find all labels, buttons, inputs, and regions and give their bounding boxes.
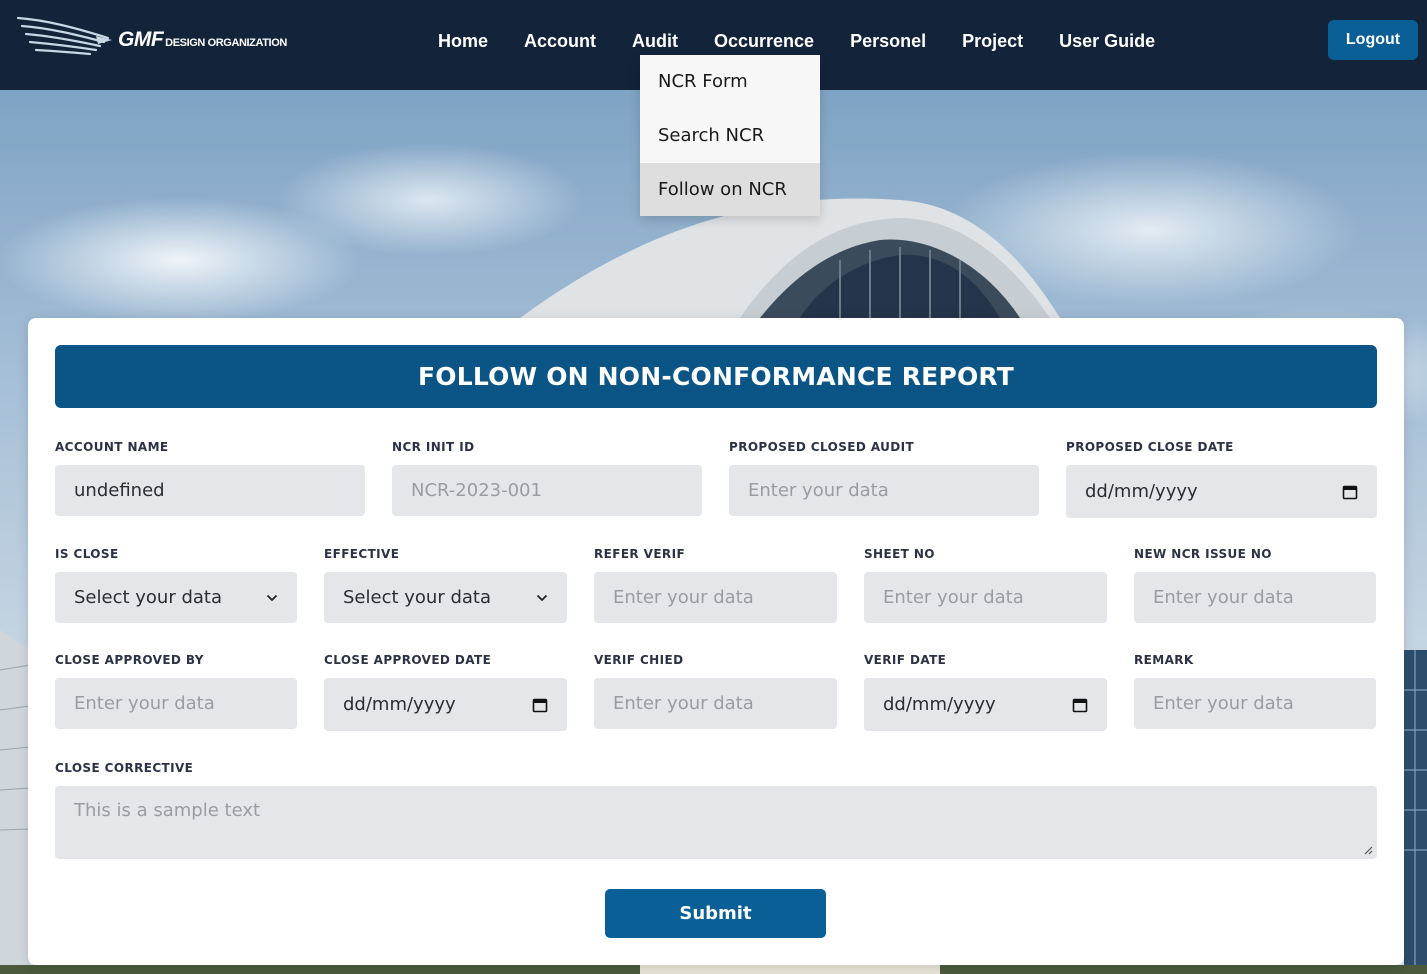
wing-logo-icon <box>16 16 112 56</box>
brand-name: GMF <box>118 28 164 51</box>
ncr-init-id-group: NCR INIT ID <box>392 440 702 516</box>
verif-chied-label: VERIF CHIED <box>594 653 684 667</box>
sheet-no-label: SHEET NO <box>864 547 935 561</box>
close-approved-date-group: CLOSE APPROVED DATE dd/mm/yyyy <box>324 653 567 731</box>
calendar-icon[interactable] <box>532 697 548 713</box>
account-name-group: ACCOUNT NAME <box>55 440 365 516</box>
refer-verif-label: REFER VERIF <box>594 547 686 561</box>
proposed-close-date-label: PROPOSED CLOSE DATE <box>1066 440 1234 454</box>
ncr-form-card: FOLLOW ON NON-CONFORMANCE REPORT ACCOUNT… <box>28 318 1404 965</box>
calendar-icon[interactable] <box>1342 484 1358 500</box>
calendar-icon[interactable] <box>1072 697 1088 713</box>
new-ncr-issue-no-group: NEW NCR ISSUE NO <box>1134 547 1376 623</box>
menu-item-follow-on-ncr[interactable]: Follow on NCR <box>640 163 820 216</box>
effective-label: EFFECTIVE <box>324 547 400 561</box>
close-approved-date-value: dd/mm/yyyy <box>343 694 456 715</box>
proposed-closed-audit-label: PROPOSED CLOSED AUDIT <box>729 440 915 454</box>
ncr-init-id-input[interactable] <box>392 465 702 516</box>
close-approved-date-input[interactable]: dd/mm/yyyy <box>324 678 567 731</box>
refer-verif-input[interactable] <box>594 572 837 623</box>
nav-project[interactable]: Project <box>944 28 1041 54</box>
close-approved-by-input[interactable] <box>55 678 297 729</box>
nav-account[interactable]: Account <box>506 28 614 54</box>
effective-value: Select your data <box>343 587 491 608</box>
verif-date-label: VERIF DATE <box>864 653 947 667</box>
chevron-down-icon <box>536 594 548 601</box>
refer-verif-group: REFER VERIF <box>594 547 837 623</box>
ncr-init-id-label: NCR INIT ID <box>392 440 475 454</box>
form-title: FOLLOW ON NON-CONFORMANCE REPORT <box>55 345 1377 408</box>
nav-audit[interactable]: Audit <box>614 28 696 54</box>
proposed-closed-audit-input[interactable] <box>729 465 1039 516</box>
proposed-close-date-input[interactable]: dd/mm/yyyy <box>1066 465 1377 518</box>
close-approved-by-label: CLOSE APPROVED BY <box>55 653 204 667</box>
proposed-close-date-group: PROPOSED CLOSE DATE dd/mm/yyyy <box>1066 440 1377 518</box>
verif-chied-group: VERIF CHIED <box>594 653 837 729</box>
menu-item-ncr-form[interactable]: NCR Form <box>640 55 820 109</box>
verif-date-input[interactable]: dd/mm/yyyy <box>864 678 1107 731</box>
audit-dropdown-menu: NCR Form Search NCR Follow on NCR <box>640 55 820 216</box>
is-close-group: IS CLOSE Select your data <box>55 547 297 623</box>
verif-date-group: VERIF DATE dd/mm/yyyy <box>864 653 1107 731</box>
remark-group: REMARK <box>1134 653 1376 729</box>
new-ncr-issue-no-label: NEW NCR ISSUE NO <box>1134 547 1272 561</box>
submit-button[interactable]: Submit <box>605 889 826 938</box>
nav-personel[interactable]: Personel <box>832 28 944 54</box>
account-name-input[interactable] <box>55 465 365 516</box>
effective-group: EFFECTIVE Select your data <box>324 547 567 623</box>
brand-subtitle: DESIGN ORGANIZATION <box>165 37 287 49</box>
nav-user-guide[interactable]: User Guide <box>1041 28 1173 54</box>
effective-select[interactable]: Select your data <box>324 572 567 623</box>
proposed-close-date-value: dd/mm/yyyy <box>1085 481 1198 502</box>
proposed-closed-audit-group: PROPOSED CLOSED AUDIT <box>729 440 1039 516</box>
menu-item-search-ncr[interactable]: Search NCR <box>640 109 820 163</box>
sheet-no-input[interactable] <box>864 572 1107 623</box>
resize-grip-icon[interactable] <box>1363 845 1373 855</box>
chevron-down-icon <box>266 594 278 601</box>
close-corrective-label: CLOSE CORRECTIVE <box>55 761 194 775</box>
is-close-value: Select your data <box>74 587 222 608</box>
close-corrective-group: CLOSE CORRECTIVE <box>55 761 1377 859</box>
close-approved-date-label: CLOSE APPROVED DATE <box>324 653 492 667</box>
verif-chied-input[interactable] <box>594 678 837 729</box>
close-corrective-textarea[interactable] <box>55 786 1377 859</box>
close-approved-by-group: CLOSE APPROVED BY <box>55 653 297 729</box>
account-name-label: ACCOUNT NAME <box>55 440 169 454</box>
verif-date-value: dd/mm/yyyy <box>883 694 996 715</box>
remark-input[interactable] <box>1134 678 1376 729</box>
remark-label: REMARK <box>1134 653 1194 667</box>
main-nav: Home Account Audit Occurrence Personel P… <box>420 28 1173 54</box>
sheet-no-group: SHEET NO <box>864 547 1107 623</box>
new-ncr-issue-no-input[interactable] <box>1134 572 1376 623</box>
logout-button[interactable]: Logout <box>1328 20 1418 60</box>
is-close-label: IS CLOSE <box>55 547 119 561</box>
nav-occurrence[interactable]: Occurrence <box>696 28 832 54</box>
gmf-logo[interactable]: GMF DESIGN ORGANIZATION <box>16 14 287 62</box>
nav-home[interactable]: Home <box>420 28 506 54</box>
is-close-select[interactable]: Select your data <box>55 572 297 623</box>
